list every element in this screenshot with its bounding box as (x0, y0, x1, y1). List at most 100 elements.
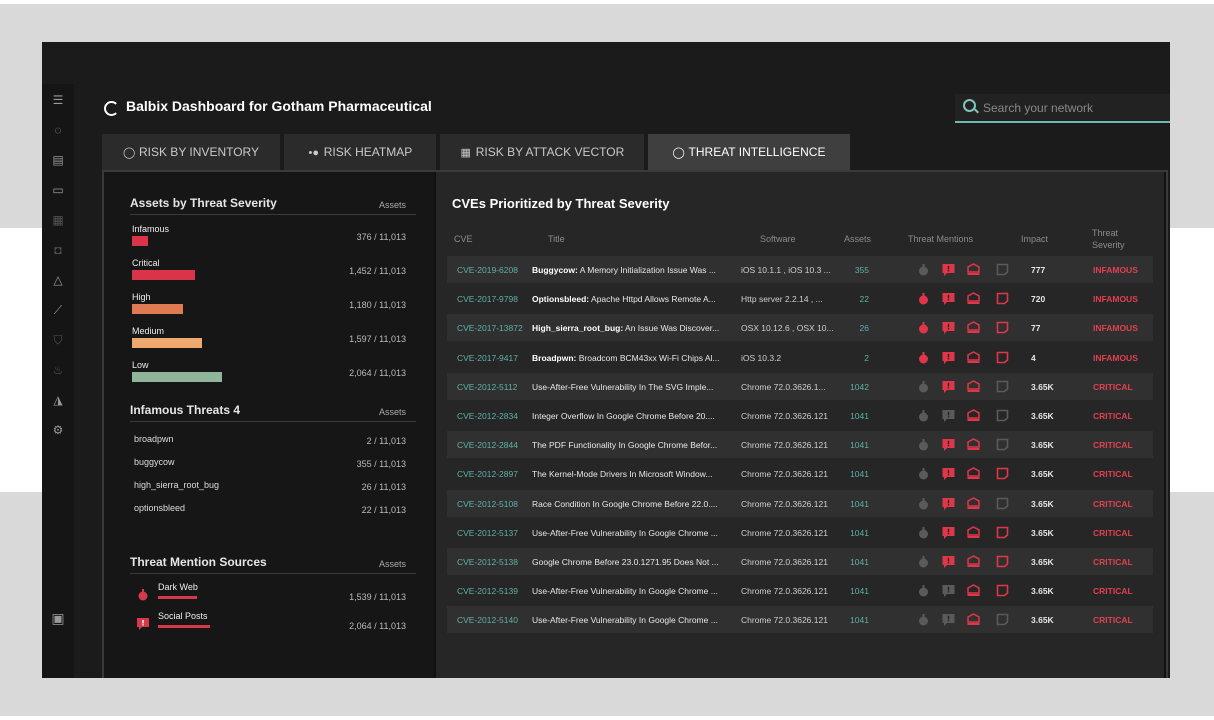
table-row[interactable]: CVE-2012-2844 The PDF Functionality In Go… (447, 431, 1153, 459)
shield-icon[interactable]: ⛉ (50, 332, 66, 348)
col-header-impact[interactable]: Impact (1021, 234, 1048, 244)
threat-name: Broadpwn: (532, 352, 577, 363)
col-header-mentions[interactable]: Threat Mentions (908, 234, 973, 244)
devices-icon[interactable]: ▭ (50, 182, 66, 198)
cve-link[interactable]: CVE-2012-5108 (457, 499, 518, 509)
app-title: Balbix Dashboard for Gotham Pharmaceutic… (126, 98, 432, 114)
cve-title-cell: Race Condition In Google Chrome Before 2… (532, 499, 732, 509)
impact-cell: 3.65K (1031, 411, 1054, 421)
cve-description: Apache Httpd Allows Remote A... (589, 294, 716, 305)
assets-link[interactable]: 2 (844, 353, 869, 363)
cve-link[interactable]: CVE-2012-2897 (457, 469, 518, 479)
cve-title-cell: Use-After-Free Vulnerability In Google C… (532, 586, 732, 596)
table-row[interactable]: CVE-2012-5139 Use-After-Free Vulnerabilit… (447, 577, 1153, 605)
cve-description: Integer Overflow In Google Chrome Before… (532, 411, 715, 421)
bell-icon[interactable]: ◮ (50, 392, 66, 408)
table-row[interactable]: CVE-2012-2834 Integer Overflow In Google … (447, 402, 1153, 429)
assets-link[interactable]: 1041 (844, 615, 869, 625)
cve-link[interactable]: CVE-2012-2834 (457, 411, 518, 421)
tab-risk-heatmap[interactable]: •● RISK HEATMAP (284, 134, 436, 170)
threat-name[interactable]: broadpwn (134, 434, 174, 444)
tab-risk-by-inventory[interactable]: ◯ RISK BY INVENTORY (102, 134, 280, 170)
impact-cell: 3.65K (1031, 527, 1054, 538)
assets-link[interactable]: 1041 (844, 469, 869, 479)
cve-description: An Issue Was Discover... (623, 323, 720, 334)
assets-link[interactable]: 355 (844, 265, 869, 275)
cve-title-cell: Use-After-Free Vulnerability In Google C… (532, 528, 732, 538)
assets-link[interactable]: 1042 (844, 382, 869, 392)
table-row[interactable]: CVE-2012-5140 Use-After-Free Vulnerabilit… (447, 606, 1153, 634)
table-row[interactable]: CVE-2012-5108 Race Condition In Google Ch… (447, 489, 1153, 517)
cve-link[interactable]: CVE-2017-9417 (457, 353, 518, 363)
trend-icon[interactable]: ⟋ (50, 302, 66, 318)
inventory-icon[interactable]: ▤ (50, 152, 66, 168)
forum-icon (967, 263, 980, 276)
table-row[interactable]: CVE-2017-9417 Broadpwn: Broadcom BCM43xx … (447, 343, 1153, 371)
grid-icon[interactable]: ▦ (50, 212, 66, 228)
software-cell: iOS 10.3.2 (741, 352, 782, 363)
tab-threat-intelligence[interactable]: ◯ THREAT INTELLIGENCE (648, 134, 850, 170)
table-row[interactable]: CVE-2012-5138 Google Chrome Before 23.0.1… (447, 548, 1153, 575)
sources-col-label: Assets (378, 559, 406, 569)
forum-icon (967, 613, 980, 626)
cve-link[interactable]: CVE-2012-5139 (457, 586, 518, 596)
col-header-cve[interactable]: CVE (454, 234, 473, 244)
assets-link[interactable]: 1041 (844, 557, 869, 567)
col-header-severity[interactable]: Threat Severity (1092, 227, 1132, 251)
severity-bar (132, 304, 183, 314)
assets-link[interactable]: 22 (844, 294, 869, 304)
warning-icon[interactable]: △ (50, 272, 66, 288)
severity-badge: INFAMOUS (1093, 265, 1138, 275)
cve-link[interactable]: CVE-2017-13872 (457, 323, 523, 333)
assets-link[interactable]: 1041 (844, 499, 869, 509)
search-box[interactable] (955, 94, 1170, 123)
cve-link[interactable]: CVE-2012-5112 (457, 382, 517, 392)
panel-icon[interactable]: ▣ (50, 610, 66, 626)
tab-risk-by-attack-vector[interactable]: ▦ RISK BY ATTACK VECTOR (440, 134, 644, 170)
cve-link[interactable]: CVE-2012-5137 (457, 528, 518, 538)
table-row[interactable]: CVE-2012-5112 Use-After-Free Vulnerabilit… (447, 372, 1153, 400)
divider (130, 421, 416, 422)
bomb-icon (917, 497, 930, 510)
assets-link[interactable]: 1041 (844, 586, 869, 596)
forum-icon (967, 467, 980, 480)
table-row[interactable]: CVE-2017-9798 Optionsbleed: Apache Httpd … (447, 285, 1153, 313)
col-header-assets[interactable]: Assets (844, 234, 871, 244)
bomb-icon (917, 380, 930, 393)
severity-badge: CRITICAL (1093, 469, 1133, 480)
table-row[interactable]: CVE-2019-6208 Buggycow: A Memory Initiali… (447, 256, 1153, 283)
table-row[interactable]: CVE-2012-2897 The Kernel-Mode Drivers In … (447, 460, 1153, 488)
assets-link[interactable]: 1041 (844, 440, 869, 450)
forum-icon (967, 438, 980, 451)
assets-link[interactable]: 26 (844, 323, 869, 333)
table-row[interactable]: CVE-2017-13872 High_sierra_root_bug: An I… (447, 314, 1153, 342)
menu-icon[interactable]: ☰ (50, 92, 66, 108)
col-header-software[interactable]: Software (760, 234, 796, 244)
threat-name[interactable]: buggycow (134, 457, 175, 467)
bomb-icon (917, 438, 930, 451)
chat-alert-icon (942, 526, 955, 539)
camera-icon[interactable]: ◘ (50, 242, 66, 258)
col-header-title[interactable]: Title (548, 234, 565, 244)
cve-link[interactable]: CVE-2012-2844 (457, 440, 518, 450)
search-input[interactable] (981, 98, 1165, 118)
cve-link[interactable]: CVE-2012-5138 (457, 557, 518, 567)
cve-link[interactable]: CVE-2019-6208 (457, 265, 518, 275)
severity-badge: CRITICAL (1093, 411, 1133, 421)
cve-link[interactable]: CVE-2012-5140 (457, 615, 518, 625)
impact-cell: 77 (1031, 323, 1041, 334)
source-count: 1,539 / 11,013 (349, 592, 406, 602)
threat-name[interactable]: optionsbleed (134, 503, 185, 513)
grid-icon: ▦ (460, 147, 471, 159)
table-row[interactable]: CVE-2012-5137 Use-After-Free Vulnerabilit… (447, 518, 1153, 546)
ring-icon[interactable]: ◌ (50, 122, 66, 138)
gear-icon[interactable]: ⚙ (50, 422, 66, 438)
cve-description: The Kernel-Mode Drivers In Microsoft Win… (532, 469, 713, 480)
threat-name[interactable]: high_sierra_root_bug (134, 480, 219, 490)
assets-link[interactable]: 1041 (844, 528, 869, 538)
chat-alert-icon (942, 380, 955, 393)
assets-link[interactable]: 1041 (844, 411, 869, 421)
fire-icon[interactable]: ♨ (50, 362, 66, 378)
cve-link[interactable]: CVE-2017-9798 (457, 294, 518, 304)
software-cell: Chrome 72.0.3626.121 (741, 440, 828, 451)
